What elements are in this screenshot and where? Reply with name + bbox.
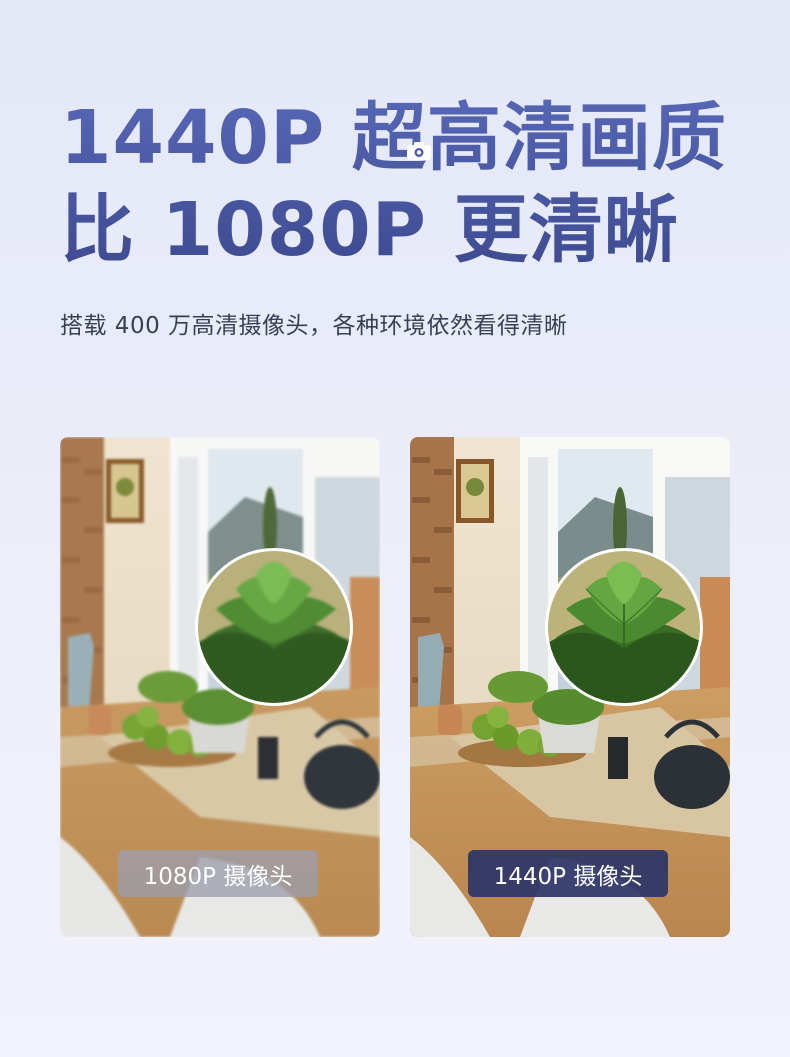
label-1440p-camera: 1440P 摄像头 (468, 850, 668, 897)
headline: 1440P 超高清画质 比 1080P 更清晰 (60, 92, 727, 276)
comparison-card-1440p: 1440P 摄像头 (410, 437, 730, 937)
subtitle: 搭载 400 万高清摄像头，各种环境依然看得清晰 (60, 313, 568, 339)
comparison-card-1080p: 1080P 摄像头 (60, 437, 380, 937)
label-1080p-camera: 1080P 摄像头 (118, 850, 318, 897)
headline-line-1: 1440P 超高清画质 (60, 95, 727, 181)
headline-line-2: 比 1080P 更清晰 (60, 187, 679, 273)
camera-icon (407, 142, 431, 160)
